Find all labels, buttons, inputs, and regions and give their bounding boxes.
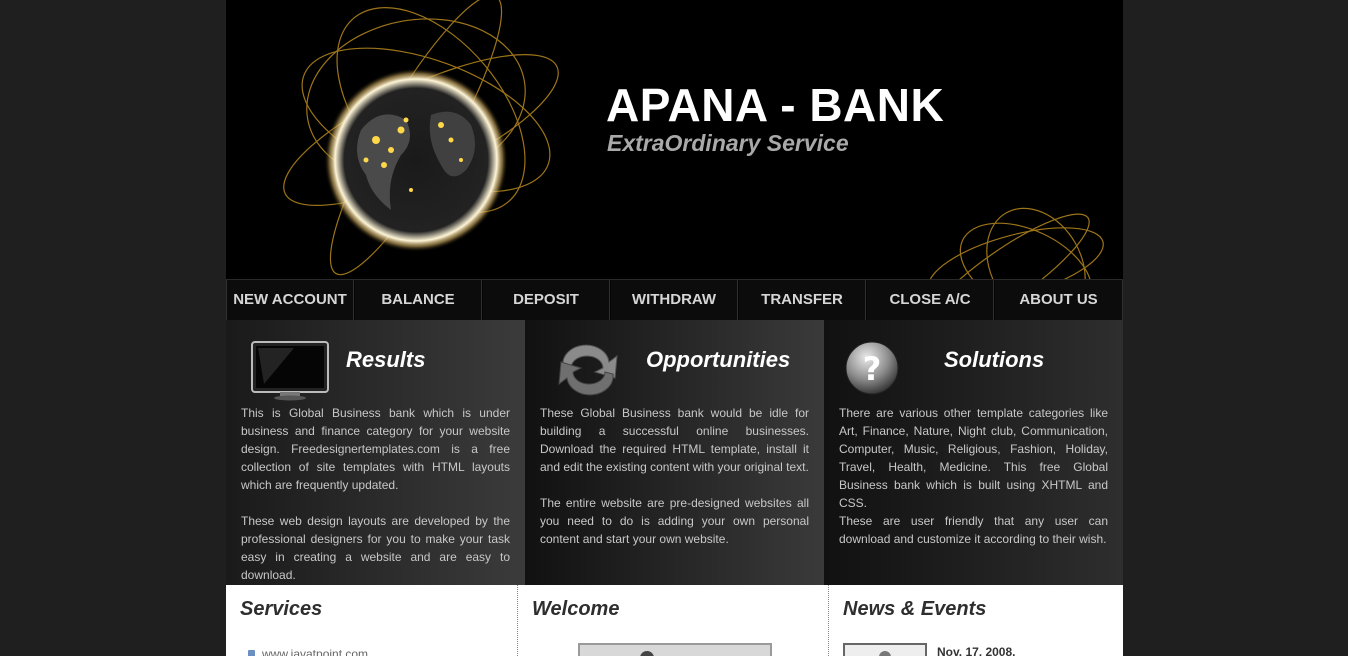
- feature-panel-solutions: ? Solutions There are various other temp…: [824, 320, 1123, 585]
- nav-item-balance[interactable]: BALANCE: [354, 280, 482, 320]
- panel-paragraph: This is Global Business bank which is un…: [241, 406, 510, 492]
- services-title: Services: [240, 598, 323, 620]
- main-navigation: NEW ACCOUNT BALANCE DEPOSIT WITHDRAW TRA…: [226, 279, 1123, 320]
- panel-paragraph: These Global Business bank would be idle…: [540, 406, 809, 474]
- photo-person-icon: [640, 651, 654, 656]
- site-title: APANA - BANK: [606, 79, 945, 131]
- news-title: News & Events: [843, 598, 987, 620]
- site-tagline: ExtraOrdinary Service: [607, 130, 849, 156]
- services-column: Services www.javatpoint.com: [226, 585, 518, 656]
- service-link-label: www.javatpoint.com: [262, 647, 369, 656]
- nav-item-deposit[interactable]: DEPOSIT: [482, 280, 610, 320]
- panel-title-results: Results: [346, 347, 426, 372]
- service-link[interactable]: www.javatpoint.com: [248, 647, 368, 656]
- nav-item-close-account[interactable]: CLOSE A/C: [866, 280, 994, 320]
- panel-paragraph: The entire website are pre-designed webs…: [540, 496, 809, 546]
- nav-item-transfer[interactable]: TRANSFER: [738, 280, 866, 320]
- welcome-photo: [578, 643, 772, 656]
- news-column: News & Events Nov. 17, 2008.: [829, 585, 1123, 656]
- nav-item-withdraw[interactable]: WITHDRAW: [610, 280, 738, 320]
- panel-text-results: This is Global Business bank which is un…: [241, 404, 510, 584]
- decorative-swirl-icon: [922, 207, 1104, 279]
- feature-panels: Results This is Global Business bank whi…: [226, 320, 1123, 585]
- page-container: APANA - BANK ExtraOrdinary Service NEW A…: [226, 0, 1123, 656]
- welcome-title: Welcome: [532, 598, 620, 620]
- news-date: Nov. 17, 2008.: [937, 645, 1016, 656]
- svg-text:?: ?: [863, 350, 882, 388]
- panel-text-solutions: There are various other template categor…: [839, 404, 1108, 548]
- help-question-icon: ?: [845, 341, 899, 395]
- refresh-arrows-icon: [558, 344, 618, 396]
- news-thumbnail[interactable]: [843, 643, 927, 656]
- glowing-globe-icon: [283, 0, 559, 276]
- panel-paragraph: These are user friendly that any user ca…: [839, 514, 1108, 546]
- panel-paragraph: There are various other template categor…: [839, 406, 1108, 510]
- nav-item-about-us[interactable]: ABOUT US: [994, 280, 1123, 320]
- monitor-icon: [251, 341, 329, 401]
- feature-panel-opportunities: Opportunities These Global Business bank…: [525, 320, 824, 585]
- bullet-icon: [248, 650, 255, 656]
- panel-text-opportunities: These Global Business bank would be idle…: [540, 404, 809, 548]
- feature-panel-results: Results This is Global Business bank whi…: [226, 320, 525, 585]
- panel-title-opportunities: Opportunities: [646, 347, 791, 372]
- thumbnail-image-icon: [879, 651, 891, 656]
- welcome-column: Welcome: [518, 585, 829, 656]
- header-banner: APANA - BANK ExtraOrdinary Service: [226, 0, 1123, 279]
- content-columns: Services www.javatpoint.com Welcome News…: [226, 585, 1123, 656]
- panel-paragraph: These web design layouts are developed b…: [241, 514, 510, 582]
- panel-title-solutions: Solutions: [944, 347, 1045, 372]
- nav-item-new-account[interactable]: NEW ACCOUNT: [226, 280, 354, 320]
